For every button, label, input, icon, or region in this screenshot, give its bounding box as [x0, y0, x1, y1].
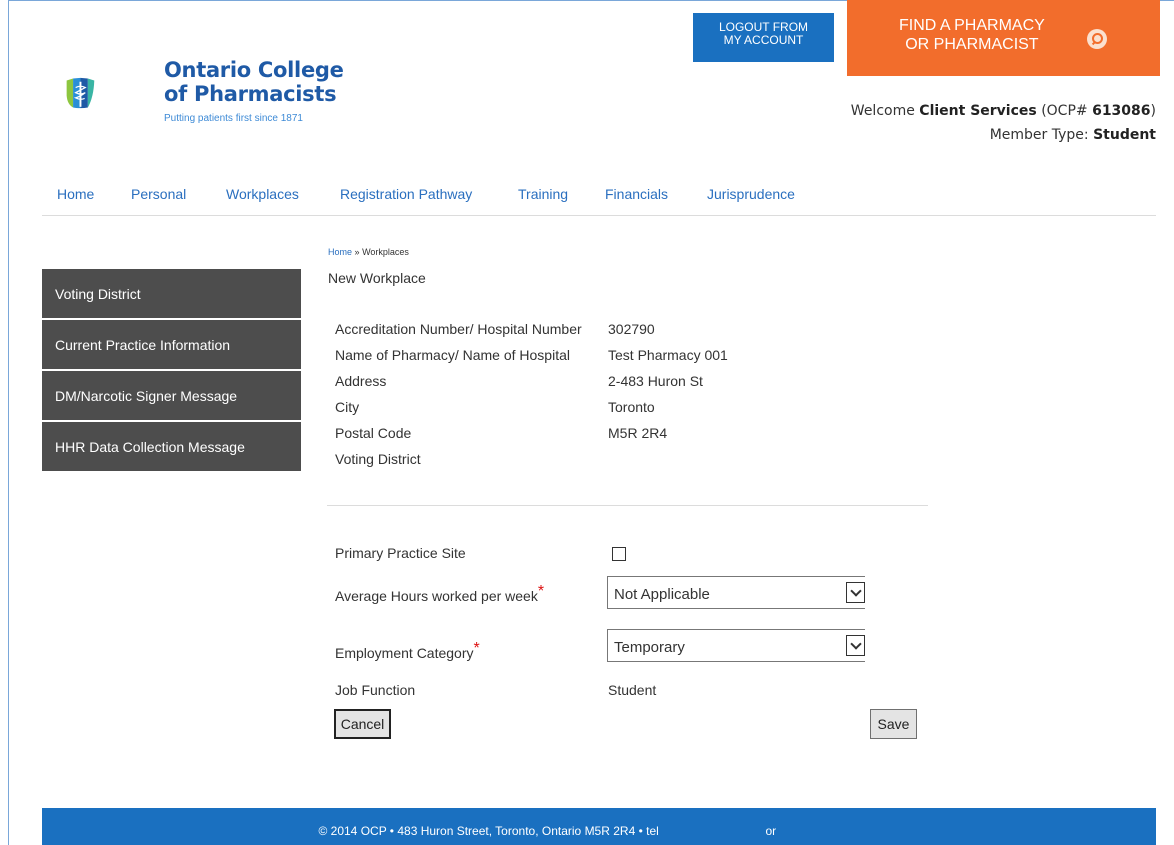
voting-district-label: Voting District	[335, 451, 421, 467]
logout-label-line2: MY ACCOUNT	[723, 33, 804, 47]
nav-item-personal[interactable]: Personal	[131, 186, 186, 202]
nav-item-home[interactable]: Home	[57, 186, 94, 202]
postal-code-label: Postal Code	[335, 425, 412, 441]
nav-item-registration-pathway[interactable]: Registration Pathway	[340, 186, 472, 202]
logo-tagline: Putting patients first since 1871	[164, 113, 303, 124]
member-type-value: Student	[1093, 127, 1156, 143]
footer-address-text: © 2014 OCP • 483 Huron Street, Toronto, …	[318, 824, 659, 838]
employment-category-selected-value: Temporary	[614, 639, 685, 656]
welcome-info: Welcome Client Services (OCP# 613086) Me…	[851, 99, 1156, 147]
employment-category-label: Employment Category*	[335, 640, 480, 663]
find-pharmacy-button[interactable]: FIND A PHARMACY OR PHARMACIST	[847, 0, 1160, 76]
average-hours-label-text: Average Hours worked per week	[335, 588, 538, 604]
member-type-label: Member Type:	[989, 127, 1089, 143]
ocp-logo-shield-icon[interactable]	[66, 46, 156, 140]
breadcrumb-separator: »	[354, 247, 360, 257]
employment-category-label-text: Employment Category	[335, 645, 474, 661]
welcome-ocp-prefix: (OCP#	[1041, 103, 1088, 119]
postal-code-value: M5R 2R4	[608, 425, 668, 441]
page-title: New Workplace	[328, 270, 426, 286]
find-label-line1: FIND A PHARMACY	[899, 17, 1045, 34]
breadcrumb-home-link[interactable]: Home	[328, 247, 352, 257]
welcome-user-name: Client Services	[919, 103, 1037, 119]
chevron-down-icon[interactable]	[846, 582, 865, 603]
job-function-label: Job Function	[335, 682, 416, 698]
sidebar-item-voting-district[interactable]: Voting District	[42, 269, 301, 318]
city-label: City	[335, 399, 360, 415]
logout-button[interactable]: LOGOUT FROM MY ACCOUNT	[693, 13, 834, 62]
ocp-number: 613086	[1092, 103, 1151, 119]
main-nav: Home Personal Workplaces Registration Pa…	[42, 186, 1156, 216]
accreditation-number-value: 302790	[608, 321, 655, 337]
accreditation-number-label: Accreditation Number/ Hospital Number	[335, 321, 582, 337]
sidebar-item-dm-narcotic-signer-message[interactable]: DM/Narcotic Signer Message	[42, 371, 301, 420]
average-hours-label: Average Hours worked per week*	[335, 583, 544, 606]
primary-practice-site-checkbox[interactable]	[612, 547, 626, 561]
sidebar: Voting District Current Practice Informa…	[42, 269, 301, 473]
city-value: Toronto	[608, 399, 655, 415]
logo-title-line2: of Pharmacists	[164, 82, 337, 106]
footer-or-text: or	[765, 824, 777, 838]
address-label: Address	[335, 373, 387, 389]
logo-title-line1: Ontario College	[164, 58, 344, 82]
average-hours-selected-value: Not Applicable	[614, 586, 710, 603]
breadcrumb: Home » Workplaces	[328, 247, 409, 257]
search-icon	[1087, 29, 1107, 49]
footer: © 2014 OCP • 483 Huron Street, Toronto, …	[42, 808, 1156, 845]
employment-category-select[interactable]: Temporary	[607, 629, 865, 662]
required-marker: *	[537, 583, 545, 600]
primary-practice-site-label: Primary Practice Site	[335, 545, 466, 561]
sidebar-item-current-practice-information[interactable]: Current Practice Information	[42, 320, 301, 369]
breadcrumb-current: Workplaces	[362, 247, 409, 257]
required-marker: *	[473, 640, 480, 657]
pharmacy-name-label: Name of Pharmacy/ Name of Hospital	[335, 347, 570, 363]
save-button[interactable]: Save	[870, 709, 917, 739]
nav-item-jurisprudence[interactable]: Jurisprudence	[707, 186, 795, 202]
address-value: 2-483 Huron St	[608, 373, 703, 389]
nav-item-financials[interactable]: Financials	[605, 186, 668, 202]
cancel-button[interactable]: Cancel	[334, 709, 391, 739]
pharmacy-name-value: Test Pharmacy 001	[608, 347, 728, 363]
nav-item-training[interactable]: Training	[518, 186, 568, 202]
section-divider	[327, 505, 928, 506]
average-hours-select[interactable]: Not Applicable	[607, 576, 865, 609]
nav-item-workplaces[interactable]: Workplaces	[226, 186, 299, 202]
welcome-ocp-suffix: )	[1150, 103, 1156, 119]
chevron-down-icon[interactable]	[846, 635, 865, 656]
find-label-line2: OR PHARMACIST	[905, 36, 1039, 53]
welcome-prefix: Welcome	[850, 103, 915, 119]
sidebar-item-hhr-data-collection-message[interactable]: HHR Data Collection Message	[42, 422, 301, 471]
job-function-value: Student	[608, 682, 657, 698]
